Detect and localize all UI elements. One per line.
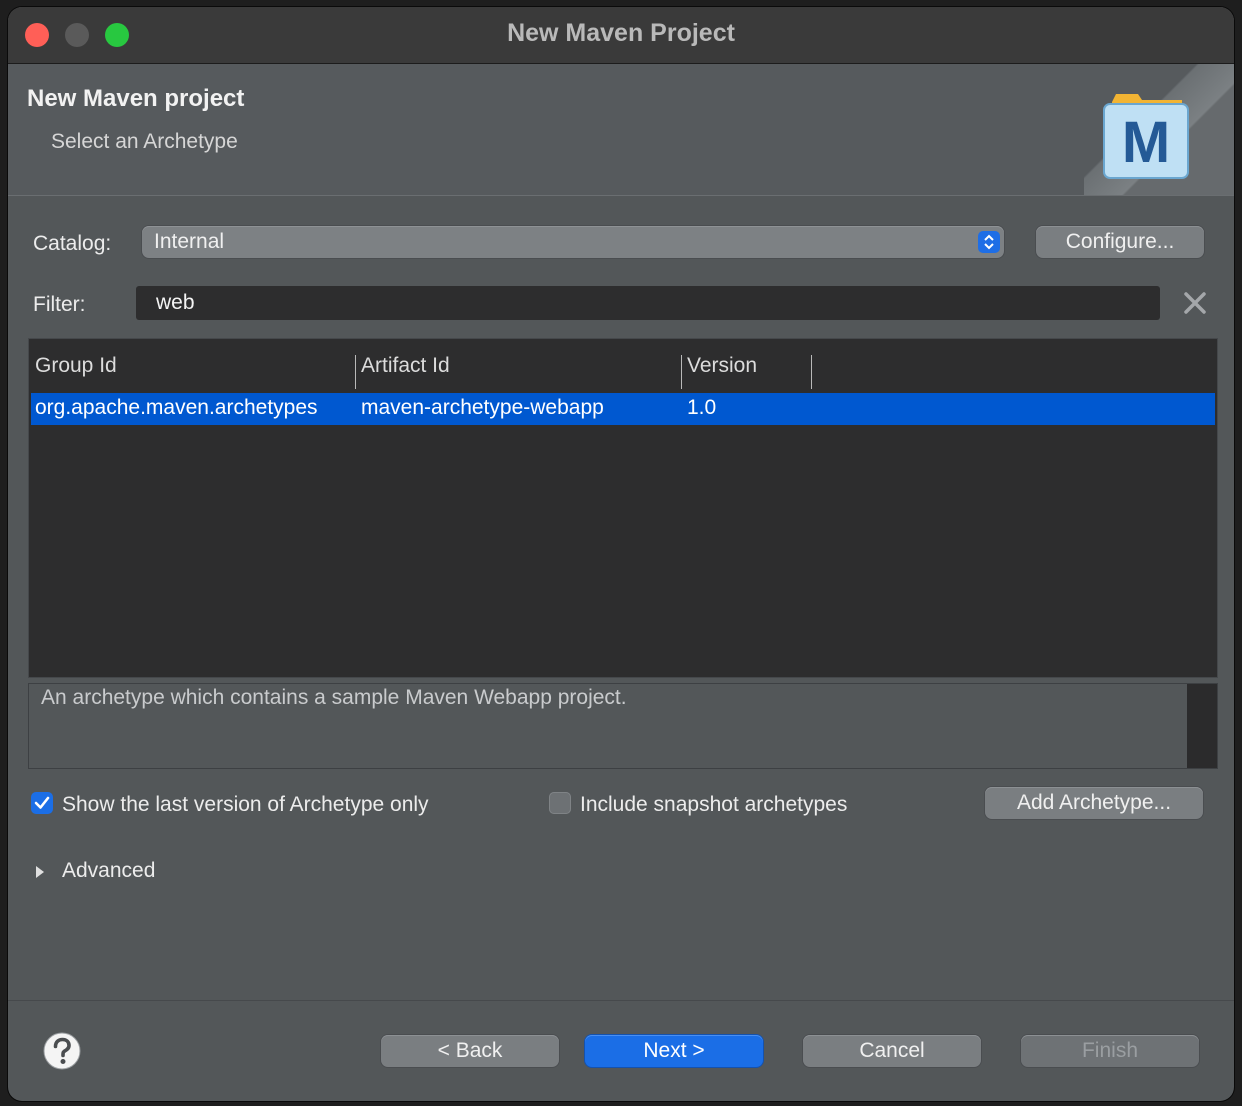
help-question-icon[interactable] — [43, 1032, 81, 1070]
catalog-select[interactable]: Internal — [142, 226, 1004, 258]
column-divider[interactable] — [355, 355, 356, 389]
column-divider[interactable] — [681, 355, 682, 389]
svg-text:M: M — [1122, 110, 1170, 175]
archetype-table[interactable]: Group Id Artifact Id Version org.apache.… — [28, 338, 1218, 678]
filter-label: Filter: — [33, 293, 86, 316]
filter-input[interactable]: web — [136, 286, 1160, 320]
column-header-group-id[interactable]: Group Id — [35, 354, 117, 378]
column-divider[interactable] — [811, 355, 812, 389]
description-box: An archetype which contains a sample Mav… — [28, 683, 1218, 769]
window-title: New Maven Project — [507, 19, 735, 47]
column-header-artifact-id[interactable]: Artifact Id — [361, 354, 450, 378]
page-subtitle: Select an Archetype — [51, 130, 238, 153]
footer-divider — [8, 1000, 1234, 1001]
clear-x-icon[interactable] — [1182, 290, 1208, 316]
column-header-version[interactable]: Version — [687, 354, 757, 378]
checkmark-icon — [34, 796, 50, 809]
catalog-selected-value: Internal — [154, 230, 225, 253]
table-header: Group Id Artifact Id Version — [29, 339, 1217, 392]
snapshot-checkbox[interactable] — [549, 792, 571, 814]
cell-artifact-id: maven-archetype-webapp — [361, 396, 604, 419]
snapshot-label[interactable]: Include snapshot archetypes — [580, 793, 847, 817]
finish-button[interactable]: Finish — [1021, 1035, 1199, 1067]
title-bar[interactable]: New Maven Project — [8, 7, 1234, 64]
page-title: New Maven project — [27, 85, 245, 112]
advanced-section-toggle[interactable]: Advanced — [62, 859, 155, 883]
archetype-description: An archetype which contains a sample Mav… — [41, 686, 627, 709]
updown-chevron-icon — [978, 231, 1000, 253]
cell-version: 1.0 — [687, 396, 717, 419]
disclosure-triangle-icon[interactable] — [34, 864, 46, 880]
configure-button[interactable]: Configure... — [1036, 226, 1204, 258]
catalog-label: Catalog: — [33, 232, 112, 255]
table-row[interactable]: org.apache.maven.archetypes maven-archet… — [31, 393, 1215, 425]
dialog-window: New Maven Project New Maven project Sele… — [8, 7, 1234, 1101]
cancel-button[interactable]: Cancel — [803, 1035, 981, 1067]
back-button[interactable]: < Back — [381, 1035, 559, 1067]
last-version-label[interactable]: Show the last version of Archetype only — [62, 793, 429, 817]
maven-m-icon: M — [1103, 94, 1189, 179]
next-button[interactable]: Next > — [585, 1035, 763, 1067]
add-archetype-button[interactable]: Add Archetype... — [985, 787, 1203, 819]
description-scrollbar[interactable] — [1187, 684, 1217, 768]
wizard-header: New Maven project Select an Archetype M — [8, 64, 1234, 196]
filter-value: web — [156, 291, 195, 314]
cell-group-id: org.apache.maven.archetypes — [35, 396, 318, 419]
last-version-checkbox[interactable] — [31, 792, 53, 814]
